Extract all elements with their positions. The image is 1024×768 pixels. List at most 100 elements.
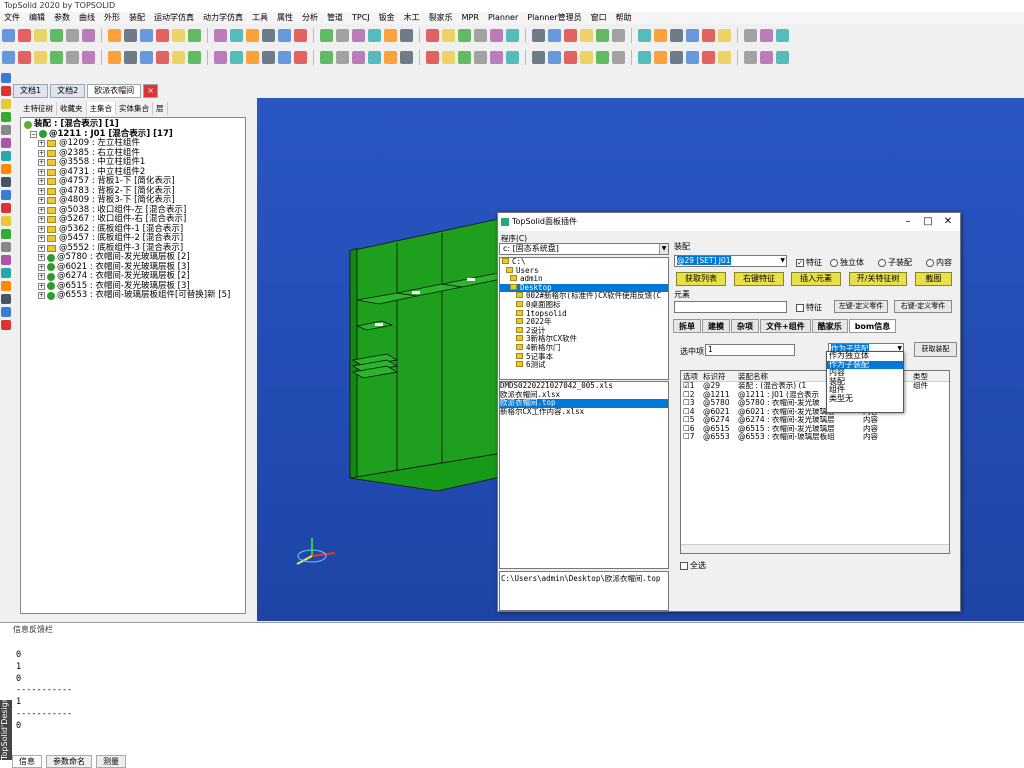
row-select-cell[interactable]: ☐7 [681, 432, 703, 442]
menu-item[interactable]: 参数 [54, 12, 70, 24]
chevron-down-icon[interactable]: ▼ [659, 244, 668, 254]
radio-independent[interactable]: 独立体 [830, 257, 864, 268]
tool-icon[interactable] [596, 28, 609, 42]
tool-icon[interactable] [1, 216, 11, 226]
tool-icon[interactable] [140, 28, 153, 42]
tool-icon[interactable] [506, 50, 519, 64]
menu-item[interactable]: 工具 [252, 12, 268, 24]
menu-item[interactable]: TPCJ [352, 12, 370, 24]
tool-icon[interactable] [776, 28, 789, 42]
expand-icon[interactable]: + [38, 149, 45, 157]
tool-icon[interactable] [548, 28, 561, 42]
expand-icon[interactable]: + [38, 159, 45, 167]
tool-icon[interactable] [670, 28, 683, 42]
tool-icon[interactable] [1, 255, 11, 265]
expand-icon[interactable]: + [38, 187, 45, 195]
tool-icon[interactable] [336, 28, 349, 42]
tool-icon[interactable] [384, 28, 397, 42]
tool-icon[interactable] [230, 28, 243, 42]
tool-icon[interactable] [1, 125, 11, 135]
expand-icon[interactable]: + [38, 244, 45, 252]
right-click-define-part-button[interactable]: 右键-定义零件 [894, 300, 952, 313]
tool-icon[interactable] [278, 50, 291, 64]
tool-icon[interactable] [744, 28, 757, 42]
expand-icon[interactable]: + [38, 140, 45, 148]
tool-icon[interactable] [532, 28, 545, 42]
tool-icon[interactable] [156, 28, 169, 42]
element-feature-checkbox[interactable]: 特征 [796, 302, 822, 313]
tab-file-component[interactable]: 文件+组件 [760, 319, 811, 333]
expand-icon[interactable]: + [38, 168, 45, 176]
left-click-define-part-button[interactable]: 左键-定义零件 [834, 300, 888, 313]
radio-subassembly[interactable]: 子装配 [878, 257, 912, 268]
get-assembly-button[interactable]: 获取装配 [914, 342, 957, 357]
tool-icon[interactable] [246, 50, 259, 64]
tab-doc2[interactable]: 文档2 [50, 84, 86, 98]
toggle-feature-tree-button[interactable]: 开/关特征树 [849, 272, 907, 286]
expand-icon[interactable]: + [38, 292, 45, 300]
tool-icon[interactable] [262, 50, 275, 64]
tool-icon[interactable] [246, 28, 259, 42]
tool-icon[interactable] [124, 28, 137, 42]
drive-select[interactable]: c: [固态系统盘] ▼ [499, 243, 669, 255]
tool-icon[interactable] [400, 50, 413, 64]
close-icon[interactable]: ✕ [938, 213, 958, 231]
tool-icon[interactable] [230, 50, 243, 64]
screenshot-button[interactable]: 截图 [915, 272, 952, 286]
tool-icon[interactable] [718, 50, 731, 64]
expand-icon[interactable]: + [38, 216, 45, 224]
tab-main-set[interactable]: 主集合 [86, 102, 116, 115]
menu-item[interactable]: 装配 [129, 12, 145, 24]
tool-icon[interactable] [1, 294, 11, 304]
tool-icon[interactable] [776, 50, 789, 64]
tab-info[interactable]: 信息 [12, 755, 42, 768]
tool-icon[interactable] [760, 28, 773, 42]
tool-icon[interactable] [612, 28, 625, 42]
tool-icon[interactable] [34, 28, 47, 42]
tool-icon[interactable] [686, 50, 699, 64]
file-list[interactable]: DMDS0220221027042_005.xls 欧派衣帽间.xlsx 欧派衣帽间… [499, 381, 669, 569]
menu-item[interactable]: 文件 [4, 12, 20, 24]
tool-icon[interactable] [108, 28, 121, 42]
tab-favorites[interactable]: 收藏夹 [57, 102, 87, 115]
menu-item[interactable]: 外形 [104, 12, 120, 24]
tool-icon[interactable] [654, 28, 667, 42]
tool-icon[interactable] [1, 138, 11, 148]
insert-element-button[interactable]: 插入元素 [791, 272, 841, 286]
tool-icon[interactable] [1, 73, 11, 83]
tool-icon[interactable] [368, 28, 381, 42]
tool-icon[interactable] [1, 86, 11, 96]
tool-icon[interactable] [294, 28, 307, 42]
tool-icon[interactable] [34, 50, 47, 64]
tool-icon[interactable] [596, 50, 609, 64]
expand-icon[interactable]: + [38, 273, 45, 281]
tool-icon[interactable] [718, 28, 731, 42]
expand-icon[interactable]: + [38, 225, 45, 233]
tool-icon[interactable] [702, 28, 715, 42]
tab-split[interactable]: 拆单 [673, 319, 701, 333]
tool-icon[interactable] [262, 28, 275, 42]
tool-icon[interactable] [686, 28, 699, 42]
menu-item[interactable]: 裂家乐 [429, 12, 453, 24]
tool-icon[interactable] [368, 50, 381, 64]
menu-item[interactable]: 运动学仿真 [154, 12, 194, 24]
tool-icon[interactable] [474, 50, 487, 64]
menu-item[interactable]: 分析 [302, 12, 318, 24]
tab-misc[interactable]: 杂项 [731, 319, 759, 333]
tool-icon[interactable] [66, 28, 79, 42]
tool-icon[interactable] [82, 50, 95, 64]
tool-icon[interactable] [1, 268, 11, 278]
tool-icon[interactable] [2, 28, 15, 42]
menu-item[interactable]: 编辑 [29, 12, 45, 24]
tool-icon[interactable] [564, 28, 577, 42]
tool-icon[interactable] [188, 28, 201, 42]
right-click-feature-button[interactable]: 右键特征 [734, 272, 784, 286]
expand-icon[interactable]: + [38, 178, 45, 186]
tool-icon[interactable] [82, 28, 95, 42]
tab-param-naming[interactable]: 参数命名 [46, 755, 92, 768]
tool-icon[interactable] [172, 28, 185, 42]
tool-icon[interactable] [490, 50, 503, 64]
tool-icon[interactable] [442, 28, 455, 42]
tool-icon[interactable] [188, 50, 201, 64]
tool-icon[interactable] [172, 50, 185, 64]
